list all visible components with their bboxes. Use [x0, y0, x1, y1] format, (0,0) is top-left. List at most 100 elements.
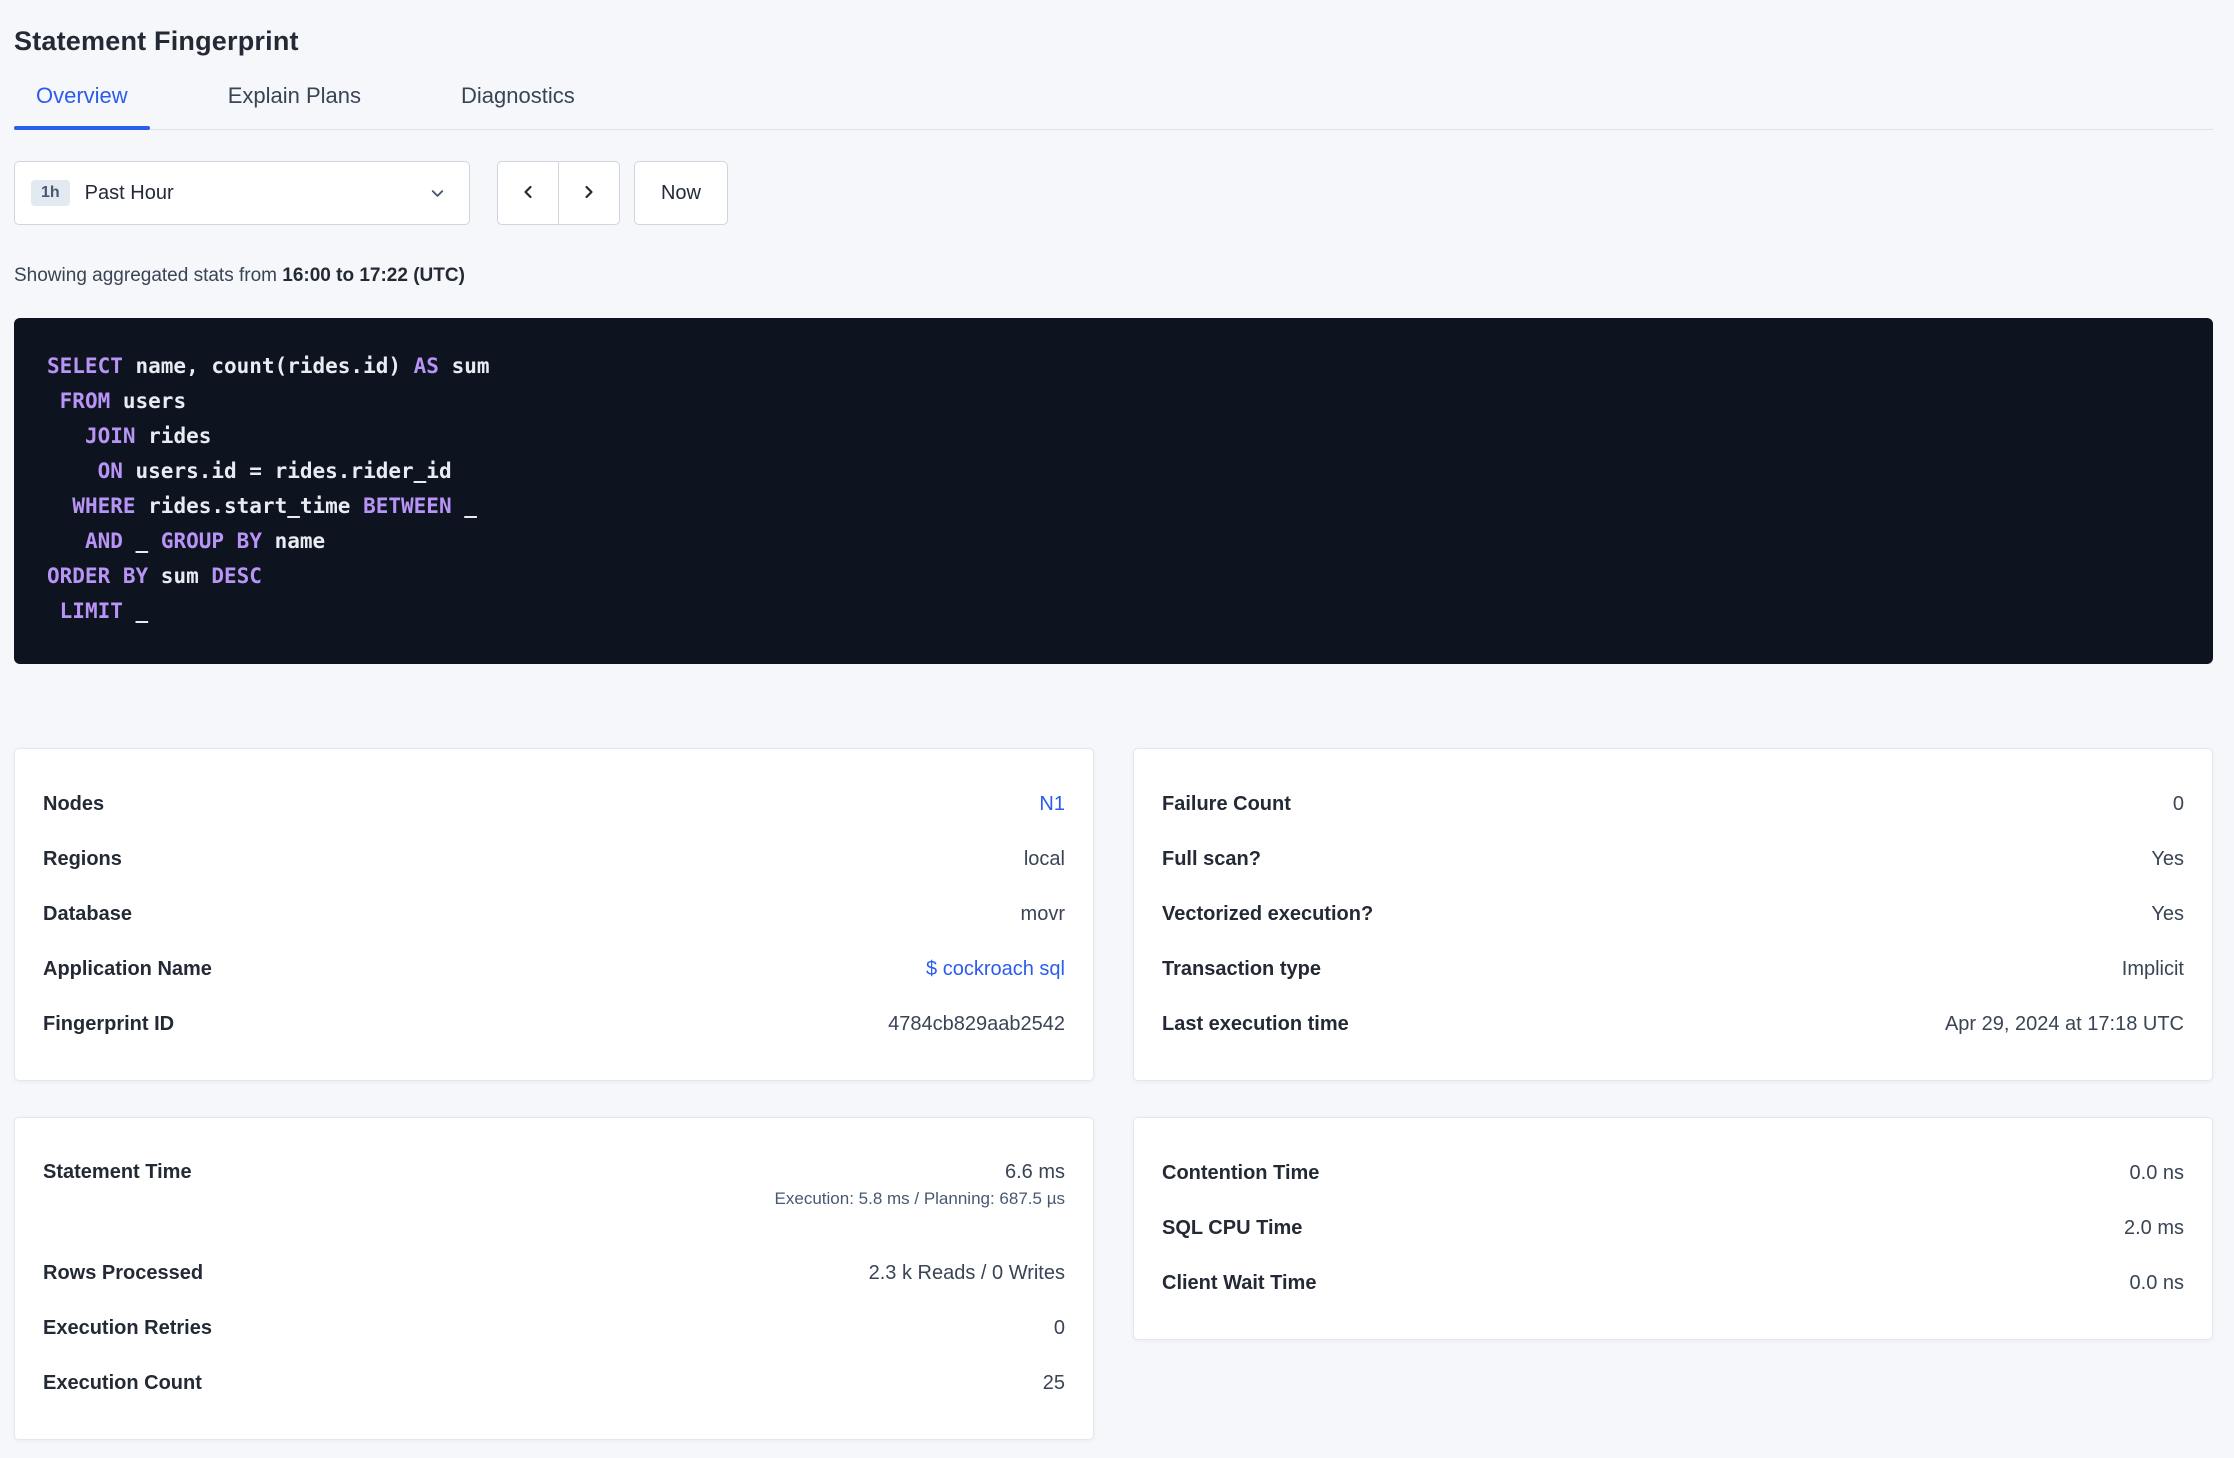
row-value-wrap: Yes	[2151, 903, 2184, 926]
sql-text: sum	[148, 564, 212, 588]
row-value-wrap: N1	[1039, 793, 1065, 816]
card-row: Execution Retries 0	[43, 1301, 1065, 1356]
time-range-label: Past Hour	[84, 181, 174, 204]
row-value: 2.0 ms	[2123, 1217, 2184, 1239]
row-value: Implicit	[2121, 958, 2184, 980]
row-label: Execution Count	[43, 1372, 202, 1394]
row-value-wrap: $ cockroach sql	[926, 958, 1065, 981]
now-button[interactable]: Now	[634, 161, 728, 225]
row-value-wrap: movr	[1021, 903, 1065, 926]
sql-line: JOIN rides	[47, 419, 2180, 454]
row-value: Apr 29, 2024 at 17:18 UTC	[1944, 1013, 2184, 1035]
tab-explain-plans[interactable]: Explain Plans	[206, 85, 383, 129]
row-value-wrap: 25	[1043, 1372, 1065, 1395]
row-label: Rows Processed	[43, 1262, 204, 1284]
row-value: 25	[1042, 1372, 1065, 1394]
row-value-link[interactable]: $ cockroach sql	[926, 958, 1065, 980]
sql-line: AND _ GROUP BY name	[47, 524, 2180, 559]
card-row: Database movr	[43, 887, 1065, 942]
card-row: Transaction type Implicit	[1162, 942, 2184, 997]
sql-text: users	[110, 389, 187, 413]
row-label: Vectorized execution?	[1162, 903, 1374, 925]
sql-statement: SELECT name, count(rides.id) AS sum FROM…	[47, 349, 2180, 629]
sql-line: LIMIT _	[47, 594, 2180, 629]
row-value-wrap: 0.0 ns	[2130, 1162, 2184, 1185]
sql-text: name	[261, 529, 326, 553]
row-value-link[interactable]: N1	[1039, 793, 1065, 815]
caption-prefix: Showing aggregated stats from	[14, 265, 283, 286]
time-controls: 1h Past Hour Now	[14, 161, 2213, 225]
statement-fingerprint-page: Statement Fingerprint Overview Explain P…	[0, 0, 2234, 1450]
row-value-wrap: 2.3 k Reads / 0 Writes	[869, 1262, 1065, 1285]
row-label: Fingerprint ID	[43, 1013, 175, 1035]
wait-times-card: Contention Time 0.0 ns SQL CPU Time 2.0 ms C…	[1133, 1117, 2213, 1340]
card-row: SQL CPU Time 2.0 ms	[1162, 1201, 2184, 1256]
sql-line: ORDER BY sum DESC	[47, 559, 2180, 594]
sql-text: rides.start_time	[135, 494, 364, 518]
row-label: Client Wait Time	[1162, 1272, 1317, 1294]
row-label: Transaction type	[1162, 958, 1321, 980]
card-row: Last execution time Apr 29, 2024 at 17:18…	[1162, 997, 2184, 1052]
row-label: Database	[43, 903, 132, 925]
previous-interval-button[interactable]	[497, 161, 559, 225]
sql-line: FROM users	[47, 384, 2180, 419]
row-label: Statement Time	[43, 1161, 192, 1183]
sql-keyword: ORDER BY	[47, 564, 149, 588]
sql-text: _	[122, 529, 161, 553]
row-value: Yes	[2151, 903, 2184, 925]
sql-keyword: FROM	[59, 389, 111, 413]
row-label: Regions	[43, 848, 122, 870]
row-value-wrap: local	[1024, 848, 1065, 871]
card-row: Vectorized execution? Yes	[1162, 887, 2184, 942]
chevron-down-icon	[428, 184, 447, 203]
time-pager	[497, 161, 620, 225]
card-row: Contention Time 0.0 ns	[1162, 1146, 2184, 1201]
card-row: Statement Time 6.6 ms Execution: 5.8 ms / …	[43, 1146, 1065, 1246]
sql-statement-box: SELECT name, count(rides.id) AS sum FROM…	[14, 318, 2213, 664]
row-value: 0.0 ns	[2129, 1272, 2184, 1294]
sql-keyword: ON	[97, 459, 123, 483]
card-row: Rows Processed 2.3 k Reads / 0 Writes	[43, 1246, 1065, 1301]
card-row: Fingerprint ID 4784cb829aab2542	[43, 997, 1065, 1052]
card-row: Application Name $ cockroach sql	[43, 942, 1065, 997]
row-value: 0.0 ns	[2129, 1162, 2184, 1184]
row-value: local	[1023, 848, 1065, 870]
execution-attributes-card: Failure Count 0 Full scan? Yes Vectorized ex…	[1133, 748, 2213, 1081]
row-value-wrap: 6.6 ms Execution: 5.8 ms / Planning: 687.…	[775, 1161, 1065, 1209]
sql-text: name, count(rides.id)	[122, 354, 414, 378]
time-range-badge: 1h	[31, 180, 70, 206]
card-row: Nodes N1	[43, 777, 1065, 832]
row-label: Failure Count	[1162, 793, 1291, 815]
sql-line: SELECT name, count(rides.id) AS sum	[47, 349, 2180, 384]
row-value: 6.6 ms	[1004, 1161, 1065, 1183]
sql-keyword: LIMIT	[59, 599, 123, 623]
aggregated-stats-caption: Showing aggregated stats from 16:00 to 1…	[14, 265, 2213, 287]
row-value: Yes	[2151, 848, 2184, 870]
row-label: Last execution time	[1162, 1013, 1349, 1035]
tab-overview[interactable]: Overview	[14, 85, 150, 130]
time-interval-dropdown[interactable]: 1h Past Hour	[14, 161, 470, 225]
sql-keyword: BETWEEN	[363, 494, 452, 518]
sql-text: _	[451, 494, 477, 518]
row-value-wrap: 4784cb829aab2542	[888, 1013, 1065, 1036]
tab-diagnostics[interactable]: Diagnostics	[439, 85, 597, 129]
row-label: SQL CPU Time	[1162, 1217, 1303, 1239]
row-label: Full scan?	[1162, 848, 1261, 870]
sql-keyword: AND	[84, 529, 123, 553]
sql-keyword: SELECT	[47, 354, 123, 378]
row-value-wrap: 0	[1054, 1317, 1065, 1340]
row-value: 2.3 k Reads / 0 Writes	[868, 1262, 1065, 1284]
card-row: Client Wait Time 0.0 ns	[1162, 1256, 2184, 1311]
card-row: Failure Count 0	[1162, 777, 2184, 832]
statement-details-card: Nodes N1 Regions local Database movr Applicati…	[14, 748, 1094, 1081]
next-interval-button[interactable]	[558, 161, 620, 225]
row-value: movr	[1020, 903, 1065, 925]
caption-time-range: 16:00 to 17:22 (UTC)	[282, 265, 465, 286]
sql-keyword: DESC	[211, 564, 262, 588]
statement-times-card: Statement Time 6.6 ms Execution: 5.8 ms / …	[14, 1117, 1094, 1440]
